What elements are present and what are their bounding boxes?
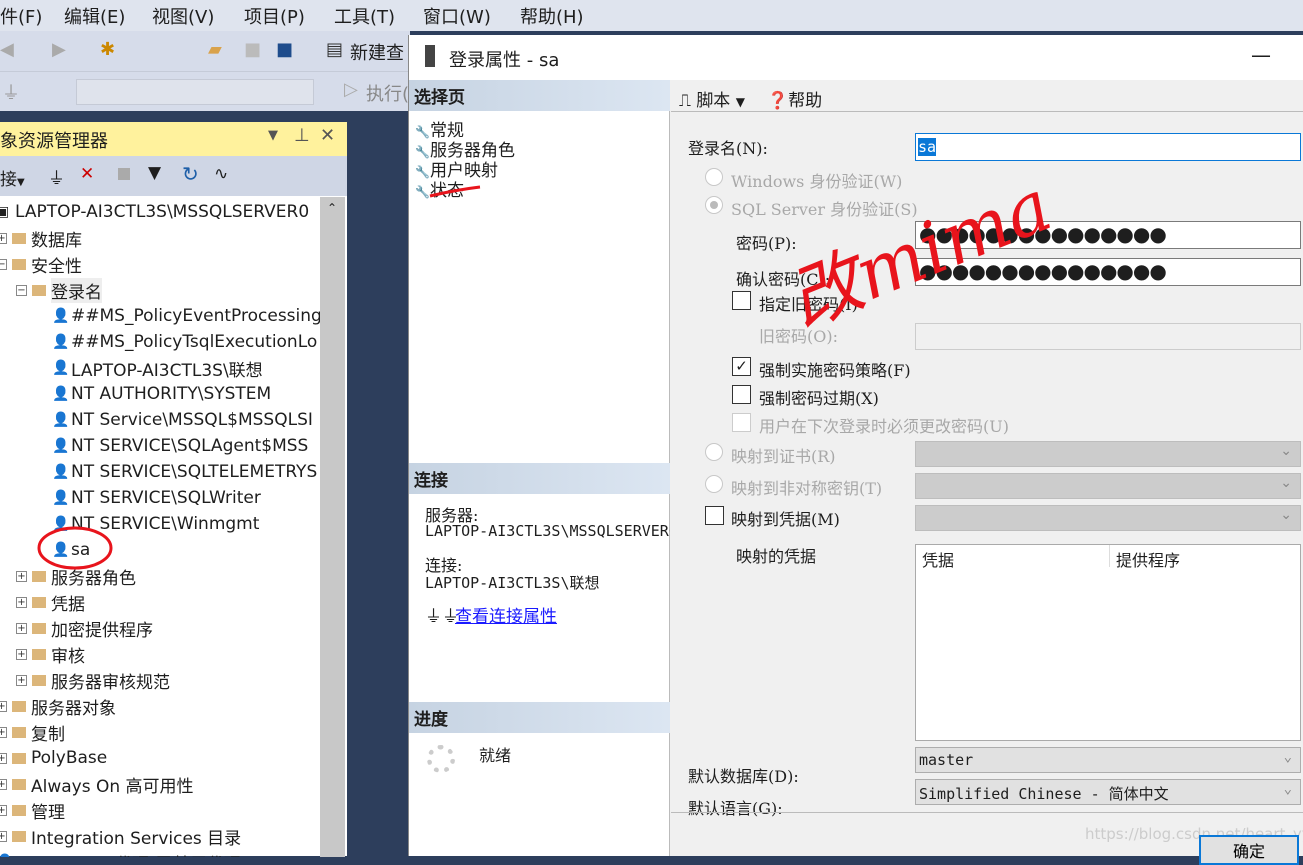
annotation-overlay: [37, 185, 481, 570]
annotation-circle-sa: [37, 526, 113, 570]
annotation-underline-status: [429, 185, 481, 198]
